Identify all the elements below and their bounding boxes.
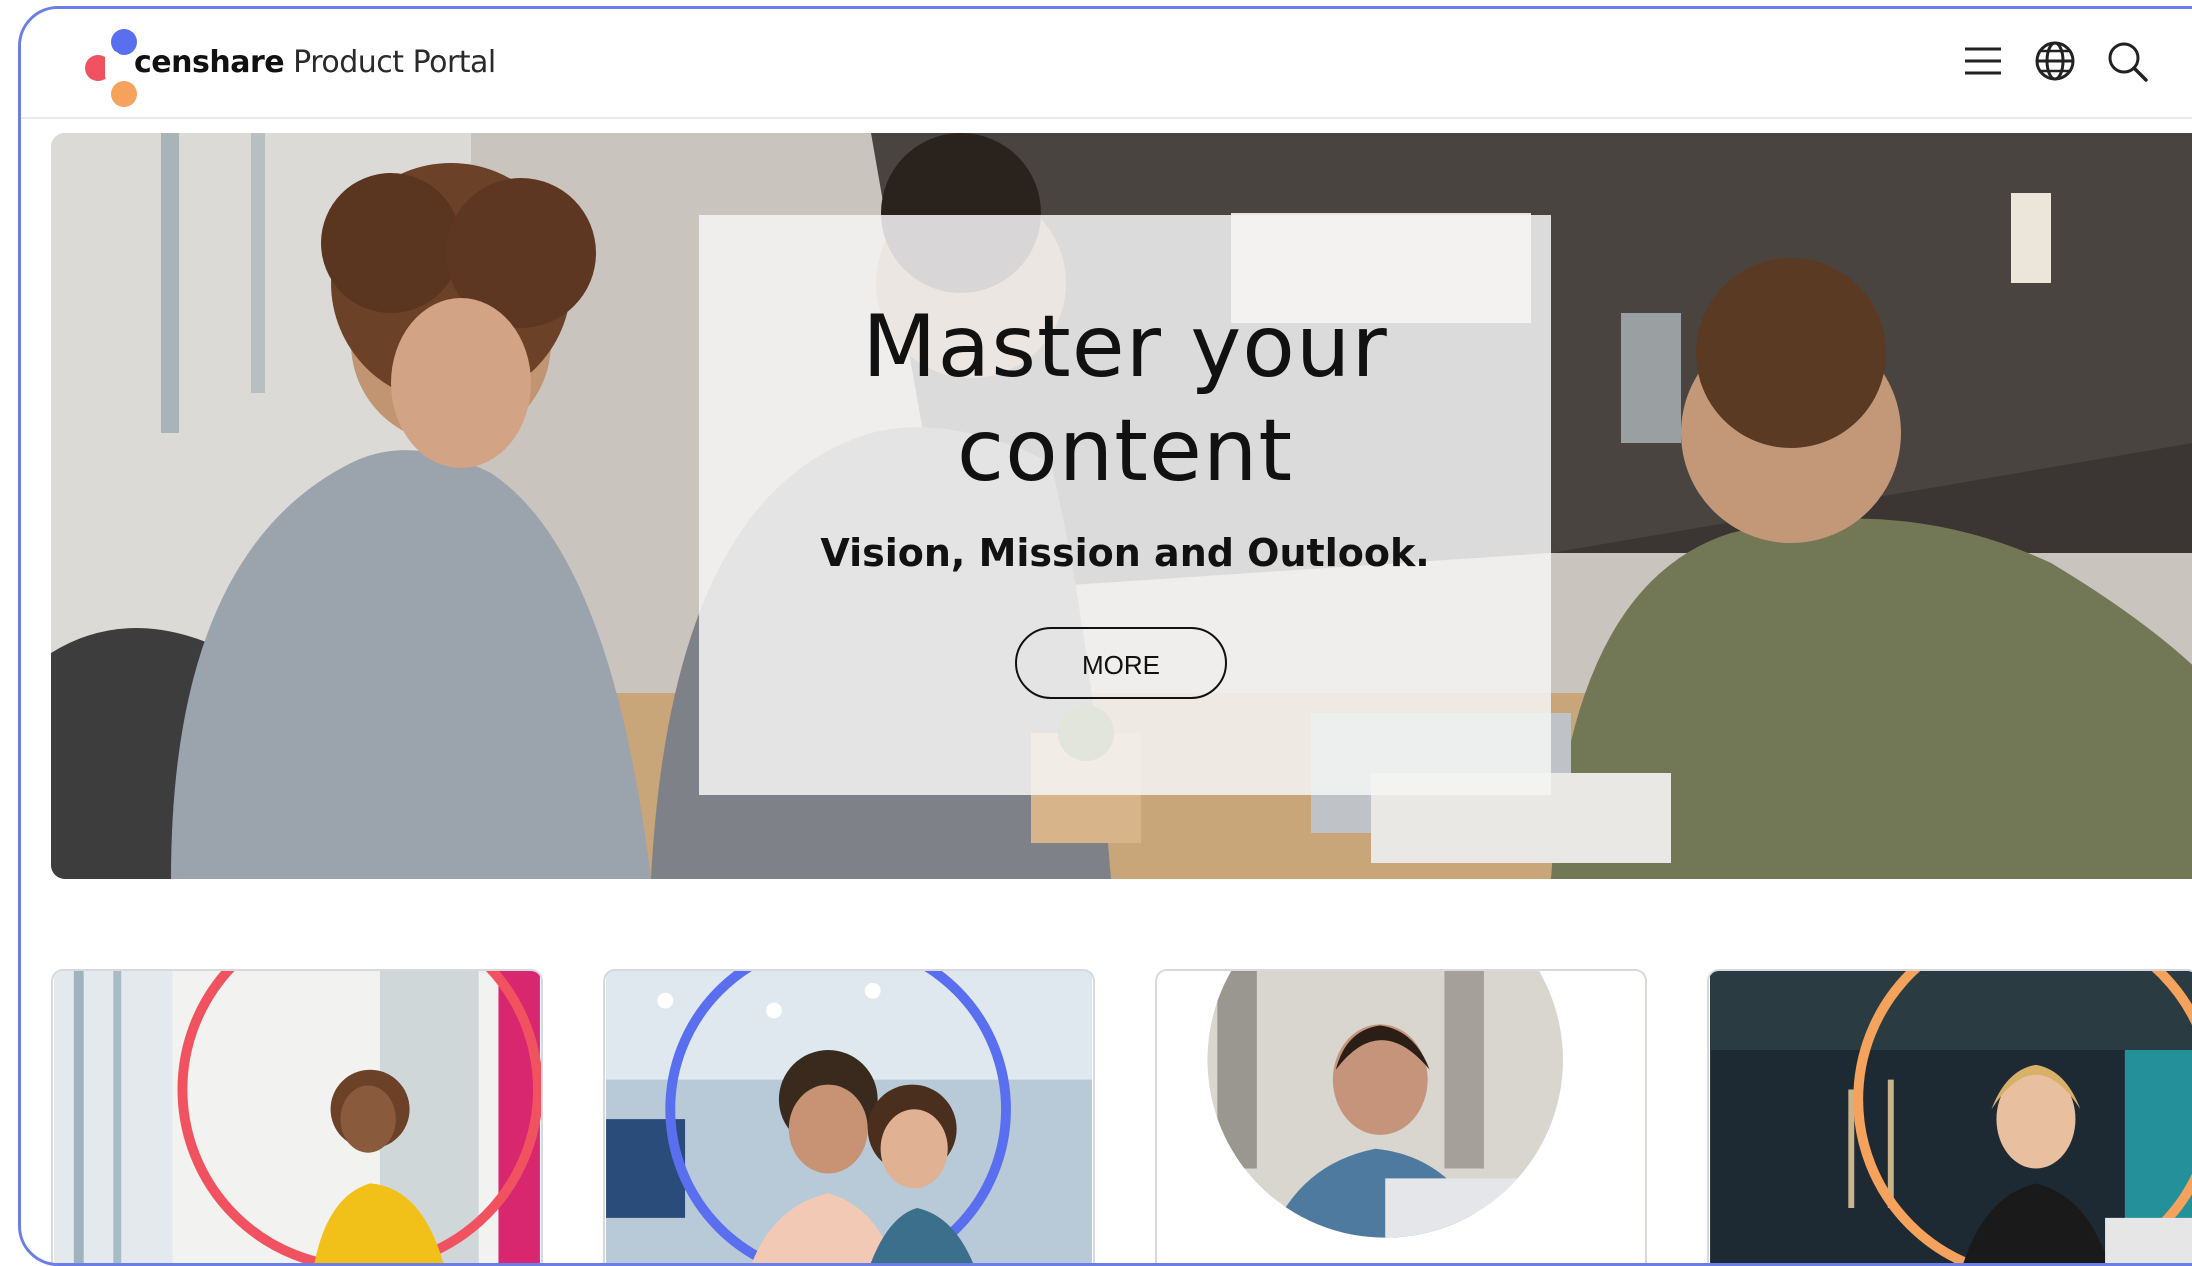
brand-light-text: Product Portal (284, 45, 496, 80)
hero-title-line1: Master your (862, 297, 1388, 397)
hero-banner: Master your content Vision, Mission and … (51, 133, 2192, 879)
hero-title: Master your content (699, 295, 1551, 503)
couple-with-phone-photo (606, 971, 1092, 1263)
search-icon[interactable] (2105, 39, 2149, 83)
feature-tile-2[interactable] (603, 969, 1095, 1263)
hero-card: Master your content Vision, Mission and … (699, 215, 1551, 795)
browser-frame: censhare Product Portal Master your cont… (18, 6, 2192, 1266)
woman-on-phone-photo (54, 971, 541, 1263)
brand-name[interactable]: censhare Product Portal (134, 45, 496, 80)
feature-tile-1[interactable] (51, 969, 543, 1263)
feature-tile-3[interactable] (1155, 969, 1647, 1263)
hero-subtitle: Vision, Mission and Outlook. (820, 531, 1430, 575)
feature-tile-4[interactable] (1707, 969, 2192, 1263)
brand-bold-text: censhare (134, 45, 285, 80)
more-button[interactable]: MORE (1015, 627, 1227, 699)
woman-at-laptop-photo (1710, 971, 2192, 1263)
hero-title-line2: content (956, 401, 1294, 501)
man-with-laptop-photo (1158, 971, 1644, 1263)
site-header: censhare Product Portal (21, 9, 2192, 119)
hamburger-menu-icon[interactable] (1961, 39, 2005, 83)
globe-icon[interactable] (2033, 39, 2077, 83)
